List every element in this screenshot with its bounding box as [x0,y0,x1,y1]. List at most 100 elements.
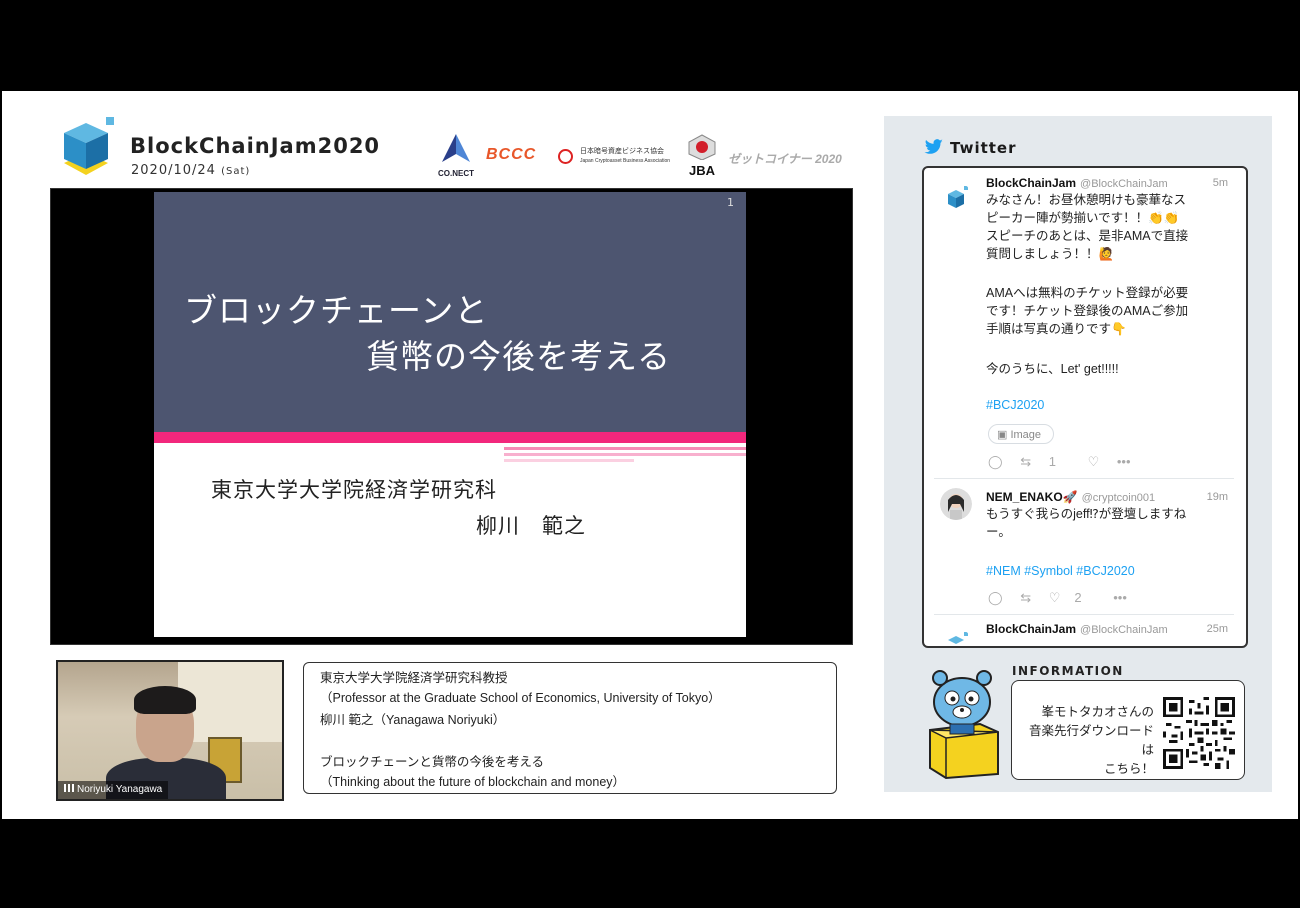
information-label: INFORMATION [1012,664,1124,678]
tweet-item[interactable]: NEM_ENAKO🚀 @cryptcoin001 19m もうすぐ我らのjeff⁉… [924,484,1246,614]
tweet-author[interactable]: NEM_ENAKO🚀 @cryptcoin001 [986,490,1155,504]
tweet-divider [934,614,1234,615]
tweet-time[interactable]: 19m [1207,491,1228,503]
tweet-text-line: です！チケット登録後のAMAご参加 [986,304,1189,318]
tweet-item[interactable]: BlockChainJam @BlockChainJam 5m みなさん！お昼休憩… [924,170,1246,480]
tweet-author-handle[interactable]: @BlockChainJam [1080,178,1168,190]
conect-label: CO.NECT [438,169,474,178]
event-title: BlockChainJam2020 [130,134,381,158]
tweet-text-line: 質問しましょう！！🙋 [986,247,1115,261]
slide-accent-stripe [504,447,746,450]
participant-name-bar: Noriyuki Yanagawa [58,781,169,799]
caption-line: （Thinking about the future of blockchain… [320,775,626,789]
tweet-text-line: スピーチのあとは、是非AMAで直接 [986,229,1189,243]
tweet-text-line: 手順は写真の通りです👇 [986,322,1127,336]
tweet-author-name[interactable]: NEM_ENAKO🚀 [986,490,1078,504]
caption-line: 柳川 範之（Yanagawa Noriyuki） [320,713,506,727]
signal-icon [64,784,74,792]
tweet-author[interactable]: BlockChainJam @BlockChainJam [986,622,1168,636]
slide-accent-stripe [154,432,746,443]
slide-page-number: 1 [727,196,734,209]
jcba-name-ja: 日本暗号資産ビジネス協会 [579,148,664,155]
tweet-text: AMAへは無料のチケット登録が必要 です！チケット登録後のAMAご参加 手順は写… [986,284,1226,338]
event-day: (Sat) [221,166,251,177]
twitter-feed[interactable]: BlockChainJam @BlockChainJam 5m みなさん！お昼休憩… [922,166,1248,648]
twitter-header-label: Twitter [950,139,1017,157]
mascot-character [929,670,999,780]
blockchainjam-logo [64,117,114,175]
presentation-slide: 1 ブロックチェーンと 貨幣の今後を考える 東京大学大学院経済学研究科 柳川 範… [154,192,746,637]
reply-icon[interactable]: ◯ [988,454,1003,470]
tweet-image-button[interactable]: ▣ Image [988,424,1054,444]
tweet-text-line: ピーカー陣が勢揃いです！！👏👏 [986,211,1180,225]
retweet-button[interactable]: ⇆ 1 [1020,454,1070,470]
caption-line: ブロックチェーンと貨幣の今後を考える [320,755,545,769]
jba-icon [688,134,716,161]
information-line: こちら！ [1103,761,1154,776]
tweet-text-line: AMAへは無料のチケット登録が必要 [986,286,1189,300]
tweet-hashtags[interactable]: #NEM #Symbol #BCJ2020 [986,562,1226,580]
tweet-time[interactable]: 25m [1207,623,1228,635]
tweet-author[interactable]: BlockChainJam @BlockChainJam [986,176,1168,190]
tweet-author-handle[interactable]: @BlockChainJam [1080,624,1168,636]
tweet-actions: ◯ ⇆ 1 ♡ ••• [988,454,1145,470]
event-date-value: 2020/10/24 [131,163,216,178]
sponsor-conect-logo: CO.NECT [432,132,480,178]
more-icon[interactable]: ••• [1117,454,1131,469]
tweet-hashtags[interactable]: #BCJ2020 [986,396,1226,414]
jba-label: JBA [688,163,715,178]
tweet-image-label: Image [1010,429,1042,441]
tweet-text-line: 今のうちに、Let' get!!!!! [986,362,1119,376]
sponsor-zett-logo: ゼットコイナー 2020 [728,152,842,166]
tweet-actions: ◯ ⇆ ♡ 2 ••• [988,590,1141,606]
twitter-bird-icon [924,139,943,154]
tweet-author-handle[interactable]: @cryptcoin001 [1082,492,1156,504]
tweet-author-name[interactable]: BlockChainJam [986,176,1076,190]
caption-line: 東京大学大学院経済学研究科教授 [320,671,508,685]
retweet-icon: ⇆ [1020,454,1032,469]
caption-line: （Professor at the Graduate School of Eco… [320,691,721,705]
twitter-header: Twitter [924,139,1017,157]
retweet-count: 1 [1048,454,1056,469]
tweet-text: みなさん！お昼休憩明けも豪華なス ピーカー陣が勢揃いです！！👏👏 スピーチのあと… [986,191,1226,263]
speaker-camera: Noriyuki Yanagawa [56,660,284,801]
sponsor-jba-logo: JBA [686,134,718,178]
like-icon: ♡ [1048,590,1061,605]
jcba-name-en: Japan Cryptoasset Business Association [579,158,671,164]
download-qr-code[interactable] [1163,697,1235,769]
tweet-text-line: もうすぐ我らのjeff⁉が登壇しますね [986,507,1187,521]
image-icon: ▣ [997,429,1011,441]
tweet-text-line: みなさん！お昼休憩明けも豪華なス [986,193,1187,207]
tweet-text-line: ー。 [986,525,1011,539]
slide-title-line1: ブロックチェーンと [184,291,489,330]
like-count: 2 [1074,590,1082,605]
like-button[interactable]: ♡ 2 [1049,590,1096,606]
information-line: 音楽先行ダウンロードは [1028,723,1154,757]
reply-icon[interactable]: ◯ [988,590,1003,606]
information-line: 峯モトタカオさんの [1041,704,1154,719]
slide-accent-stripe [504,459,634,462]
speaker-caption: 東京大学大学院経済学研究科教授 （Professor at the Gradua… [303,662,837,794]
like-icon[interactable]: ♡ [1088,454,1100,470]
nem-enako-avatar[interactable] [940,488,972,520]
retweet-icon[interactable]: ⇆ [1020,590,1031,606]
speaker-hair [134,686,196,714]
conect-icon [442,134,470,162]
sponsor-bccc-logo: BCCC [486,146,537,163]
tweet-time[interactable]: 5m [1213,177,1228,189]
tweet-divider [934,478,1234,479]
participant-name: Noriyuki Yanagawa [77,784,163,795]
slide-title-line2: 貨幣の今後を考える [366,337,672,376]
tweet-author-name[interactable]: BlockChainJam [986,622,1076,636]
blockchainjam-avatar[interactable] [940,628,972,648]
slide-affiliation: 東京大学大学院経済学研究科 [211,478,497,502]
tweet-text: もうすぐ我らのjeff⁉が登壇しますね ー。 [986,505,1226,541]
information-text: 峯モトタカオさんの 音楽先行ダウンロードは こちら！ [1026,702,1154,778]
blockchainjam-avatar[interactable] [940,182,972,214]
tweet-item[interactable]: BlockChainJam @BlockChainJam 25m [924,616,1246,646]
sponsor-jcba-logo: 日本暗号資産ビジネス協会 Japan Cryptoasset Business … [558,147,670,166]
slide-accent-stripe [504,453,746,456]
jcba-circle-icon [558,149,573,164]
event-date: 2020/10/24 (Sat) [131,163,250,178]
more-icon[interactable]: ••• [1113,590,1127,605]
